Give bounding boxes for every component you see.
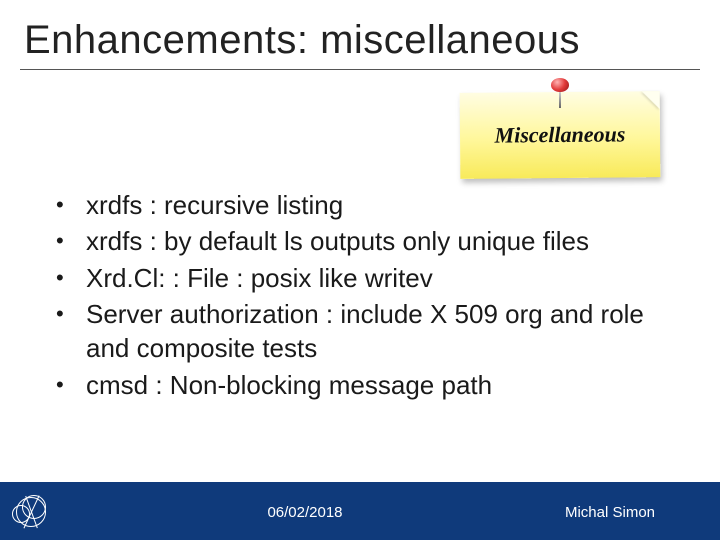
- list-item: Xrd.Cl: : File : posix like writev: [52, 261, 670, 295]
- footer-author: Michal Simon: [520, 504, 700, 521]
- list-item: xrdfs : by default ls outputs only uniqu…: [52, 224, 670, 258]
- bullet-list: xrdfs : recursive listing xrdfs : by def…: [52, 188, 670, 404]
- pushpin-icon: [551, 78, 569, 108]
- list-item: Server authorization : include X 509 org…: [52, 297, 670, 366]
- sticky-note-label: Miscellaneous: [494, 121, 625, 148]
- sticky-note: Miscellaneous: [460, 72, 660, 182]
- slide-title: Enhancements: miscellaneous: [0, 0, 720, 69]
- title-divider: [20, 69, 700, 70]
- list-item: xrdfs : recursive listing: [52, 188, 670, 222]
- cern-logo-icon: [12, 493, 50, 531]
- footer-bar: 06/02/2018 Michal Simon: [0, 484, 720, 540]
- footer-date: 06/02/2018: [90, 504, 520, 521]
- list-item: cmsd : Non-blocking message path: [52, 368, 670, 402]
- slide: Enhancements: miscellaneous Miscellaneou…: [0, 0, 720, 540]
